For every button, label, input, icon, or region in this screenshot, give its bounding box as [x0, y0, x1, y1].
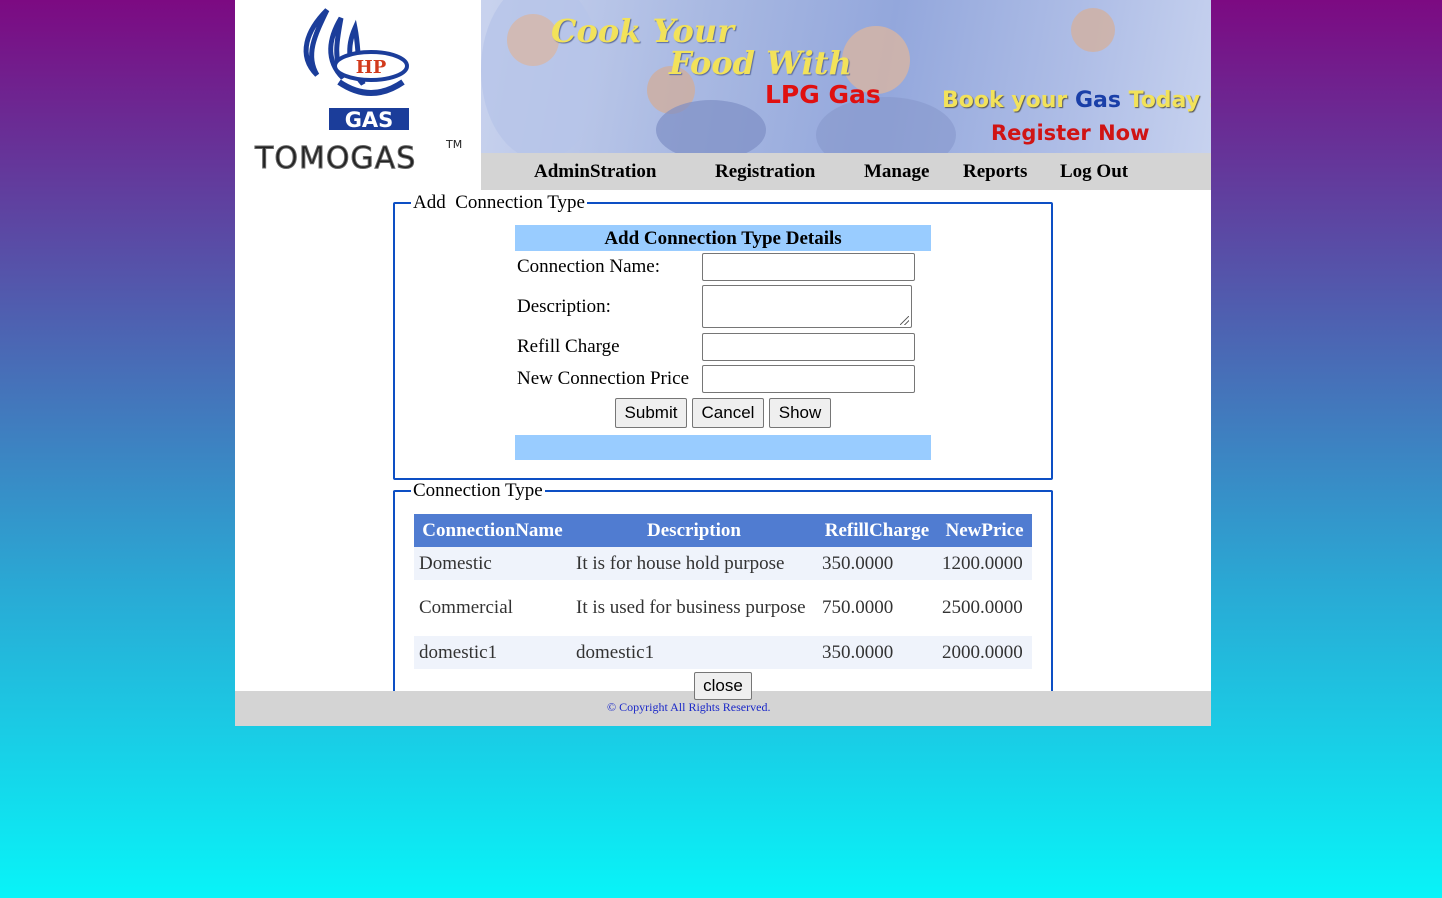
- cell-refill-charge: 350.0000: [817, 547, 937, 580]
- table-header-row: ConnectionName Description RefillCharge …: [414, 514, 1032, 547]
- nav-item-logout[interactable]: Log Out: [1060, 161, 1128, 183]
- nav-item-manage[interactable]: Manage: [864, 161, 929, 183]
- main-nav: AdminStration Registration Manage Report…: [481, 153, 1211, 190]
- trademark: TM: [445, 138, 462, 151]
- cell-new-price: 2500.0000: [937, 580, 1032, 636]
- close-button[interactable]: close: [694, 672, 752, 700]
- cell-connection-name: Commercial: [414, 580, 571, 636]
- show-button[interactable]: Show: [769, 398, 831, 428]
- table-row: Commercial It is used for business purpo…: [414, 580, 1032, 636]
- copyright-text: © Copyright All Rights Reserved.: [607, 700, 771, 714]
- submit-button[interactable]: Submit: [615, 398, 687, 428]
- description-label: Description:: [517, 296, 611, 317]
- tagline-gas: Gas: [1074, 88, 1121, 113]
- cell-connection-name: domestic1: [414, 636, 571, 669]
- logo-badge: HP: [356, 57, 387, 78]
- cell-refill-charge: 750.0000: [817, 580, 937, 636]
- logo: HP GAS TOMOGAS TM: [235, 0, 481, 190]
- logo-gas: GAS: [345, 108, 394, 132]
- add-connection-fieldset: Add Connection Type Add Connection Type …: [393, 192, 1053, 480]
- form-footer-bar: [515, 435, 931, 460]
- page-container: HP GAS TOMOGAS TM Cook Your Food With LP…: [235, 0, 1211, 726]
- nav-item-reports[interactable]: Reports: [963, 161, 1027, 183]
- register-now: Register Now: [991, 121, 1150, 145]
- connection-type-fieldset: Connection Type ConnectionName Descripti…: [393, 480, 1053, 702]
- banner-line-3: LPG Gas: [765, 80, 881, 109]
- connection-type-legend: Connection Type: [411, 480, 545, 502]
- cell-description: It is for house hold purpose: [571, 547, 817, 580]
- refill-charge-input[interactable]: [702, 333, 915, 361]
- cell-description: domestic1: [571, 636, 817, 669]
- banner-line-2: Food With: [669, 44, 852, 82]
- new-connection-price-input[interactable]: [702, 365, 915, 393]
- connection-name-input[interactable]: [702, 253, 915, 281]
- description-textarea[interactable]: [702, 285, 912, 328]
- column-header: NewPrice: [937, 514, 1032, 547]
- nav-item-registration[interactable]: Registration: [715, 161, 815, 183]
- add-connection-legend: Add Connection Type: [411, 192, 587, 214]
- cancel-button[interactable]: Cancel: [692, 398, 764, 428]
- cell-new-price: 2000.0000: [937, 636, 1032, 669]
- cell-connection-name: Domestic: [414, 547, 571, 580]
- new-connection-price-label: New Connection Price: [517, 368, 690, 389]
- cell-description: It is used for business purpose: [571, 580, 817, 636]
- connection-name-label: Connection Name:: [517, 256, 660, 277]
- header-banner: Cook Your Food With LPG Gas Book your Ga…: [481, 0, 1211, 153]
- tagline-prefix: Book your: [942, 88, 1068, 113]
- cell-new-price: 1200.0000: [937, 547, 1032, 580]
- column-header: ConnectionName: [414, 514, 571, 547]
- hp-gas-flame-logo: HP GAS TOMOGAS TM: [254, 8, 462, 177]
- refill-charge-label: Refill Charge: [517, 336, 620, 357]
- column-header: RefillCharge: [817, 514, 937, 547]
- column-header: Description: [571, 514, 817, 547]
- form-header: Add Connection Type Details: [515, 225, 931, 251]
- cell-refill-charge: 350.0000: [817, 636, 937, 669]
- banner-tagline: Book your Gas Today !: [942, 88, 1211, 113]
- table-row: domestic1 domestic1 350.0000 2000.0000: [414, 636, 1032, 669]
- tagline-suffix: Today !: [1128, 88, 1211, 113]
- table-row: Domestic It is for house hold purpose 35…: [414, 547, 1032, 580]
- nav-item-administration[interactable]: AdminStration: [534, 161, 656, 183]
- resize-grip-icon[interactable]: [900, 316, 909, 325]
- logo-wordmark: TOMOGAS: [254, 141, 416, 176]
- connection-type-table: ConnectionName Description RefillCharge …: [414, 514, 1032, 669]
